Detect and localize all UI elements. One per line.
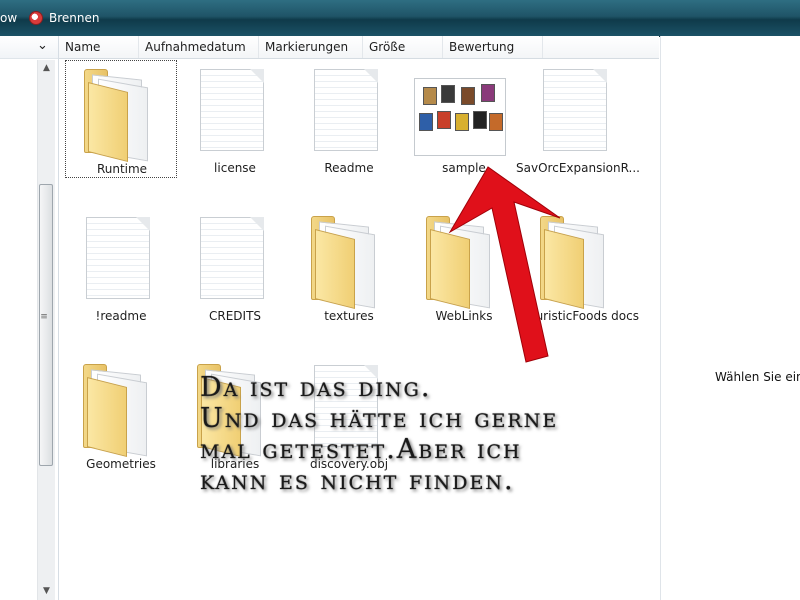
annotation-line-2: Und das hätte ich gerne bbox=[200, 403, 559, 434]
annotation-text: Da ist das ding. Und das hätte ich gerne… bbox=[200, 372, 800, 496]
annotation-line-3: mal getestet.Aber ich bbox=[200, 434, 522, 465]
arrow-shape bbox=[448, 166, 561, 363]
annotation-line-4: kann es nicht finden. bbox=[200, 465, 515, 496]
red-arrow-annotation bbox=[448, 166, 561, 363]
annotation-line-1: Da ist das ding. bbox=[200, 372, 432, 403]
